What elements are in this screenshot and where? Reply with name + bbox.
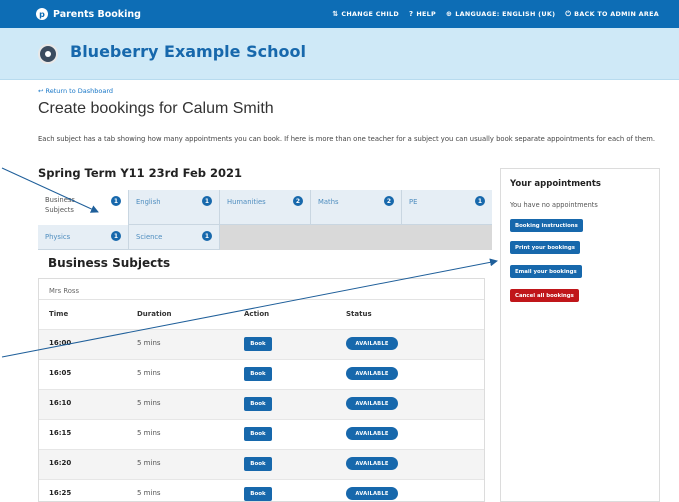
book-button[interactable]: Book [244,487,272,501]
tab-science[interactable]: Science 1 [129,225,220,250]
term-title: Spring Term Y11 23rd Feb 2021 [38,166,243,180]
status-badge: AVAILABLE [346,397,398,410]
back-to-admin-label: BACK TO ADMIN AREA [574,10,659,18]
table-row: 16:05 5 mins Book AVAILABLE [39,359,484,389]
tab-count-badge: 2 [384,196,394,206]
globe-icon: ⊕ [446,10,453,18]
school-name: Blueberry Example School [70,42,306,61]
power-icon: ⏻ [565,9,572,18]
slot-time: 16:05 [49,369,72,377]
help-icon: ? [408,10,414,18]
column-header-time: Time [49,310,69,318]
teacher-name: Mrs Ross [49,287,80,295]
tab-label: English [136,198,161,206]
tab-pe[interactable]: PE 1 [402,190,492,225]
slot-duration: 5 mins [137,339,161,347]
slot-time: 16:20 [49,459,72,467]
brand-name: Parents Booking [53,8,141,20]
no-appointments-text: You have no appointments [510,201,598,209]
school-header: Blueberry Example School [0,28,679,80]
slot-duration: 5 mins [137,429,161,437]
slot-duration: 5 mins [137,489,161,497]
return-to-dashboard-link[interactable]: ↩ Return to Dashboard [38,87,113,95]
change-child-label: CHANGE CHILD [341,10,399,18]
email-bookings-button[interactable]: Email your bookings [510,265,582,278]
status-badge: AVAILABLE [346,337,398,350]
tab-count-badge: 1 [202,231,212,241]
tab-label: Science [136,233,163,241]
tab-count-badge: 1 [475,196,485,206]
top-nav: ⇅ CHANGE CHILD ? HELP ⊕ LANGUAGE: ENGLIS… [332,0,659,28]
appointments-table: Mrs Ross Time Duration Action Status 16:… [38,278,485,502]
column-header-duration: Duration [137,310,172,318]
tab-business-subjects[interactable]: Business Subjects 1 [38,190,129,225]
book-button[interactable]: Book [244,427,272,441]
language-label: LANGUAGE: ENGLISH (UK) [455,10,556,18]
p-logo-icon: p [36,8,48,20]
table-row: 16:10 5 mins Book AVAILABLE [39,389,484,419]
page-title: Create bookings for Calum Smith [38,100,274,117]
slot-duration: 5 mins [137,369,161,377]
table-row: 16:20 5 mins Book AVAILABLE [39,449,484,479]
panel-title: Your appointments [510,179,601,189]
tab-count-badge: 1 [111,231,121,241]
tab-english[interactable]: English 1 [129,190,220,225]
slot-time: 16:25 [49,489,72,497]
book-button[interactable]: Book [244,337,272,351]
intro-text: Each subject has a tab showing how many … [38,135,655,143]
slot-time: 16:00 [49,339,72,347]
tab-label: Humanities [227,198,266,206]
section-title: Business Subjects [48,256,171,270]
subject-tabs: Business Subjects 1 English 1 Humanities… [38,190,492,250]
top-bar: p Parents Booking ⇅ CHANGE CHILD ? HELP … [0,0,679,28]
brand[interactable]: p Parents Booking [36,8,141,20]
print-bookings-button[interactable]: Print your bookings [510,241,580,254]
help-label: HELP [416,10,437,18]
booking-instructions-button[interactable]: Booking instructions [510,219,583,232]
school-logo-icon [38,44,58,64]
tab-count-badge: 1 [202,196,212,206]
tab-humanities[interactable]: Humanities 2 [220,190,311,225]
table-row: 16:25 5 mins Book AVAILABLE [39,479,484,501]
status-badge: AVAILABLE [346,457,398,470]
tab-physics[interactable]: Physics 1 [38,225,129,250]
change-child-link[interactable]: ⇅ CHANGE CHILD [332,10,399,18]
status-badge: AVAILABLE [346,367,398,380]
tab-label: Business Subjects [45,196,75,214]
tab-maths[interactable]: Maths 2 [311,190,402,225]
slot-time: 16:10 [49,399,72,407]
change-child-icon: ⇅ [332,10,339,18]
tab-label: PE [409,198,418,206]
table-row: 16:15 5 mins Book AVAILABLE [39,419,484,449]
back-to-admin-link[interactable]: ⏻ BACK TO ADMIN AREA [565,10,659,19]
book-button[interactable]: Book [244,367,272,381]
table-row: 16:00 5 mins Book AVAILABLE [39,329,484,359]
column-header-status: Status [346,310,372,318]
slot-time: 16:15 [49,429,72,437]
slot-duration: 5 mins [137,459,161,467]
tab-count-badge: 2 [293,196,303,206]
book-button[interactable]: Book [244,457,272,471]
language-link[interactable]: ⊕ LANGUAGE: ENGLISH (UK) [446,10,555,18]
status-badge: AVAILABLE [346,487,398,500]
tab-label: Maths [318,198,339,206]
column-header-action: Action [244,310,270,318]
tab-label: Physics [45,233,71,241]
book-button[interactable]: Book [244,397,272,411]
status-badge: AVAILABLE [346,427,398,440]
appointments-panel: Your appointments You have no appointmen… [500,168,660,502]
cancel-all-bookings-button[interactable]: Cancel all bookings [510,289,579,302]
tab-count-badge: 1 [111,196,121,206]
help-link[interactable]: ? HELP [409,10,436,18]
slot-duration: 5 mins [137,399,161,407]
divider [39,299,484,300]
